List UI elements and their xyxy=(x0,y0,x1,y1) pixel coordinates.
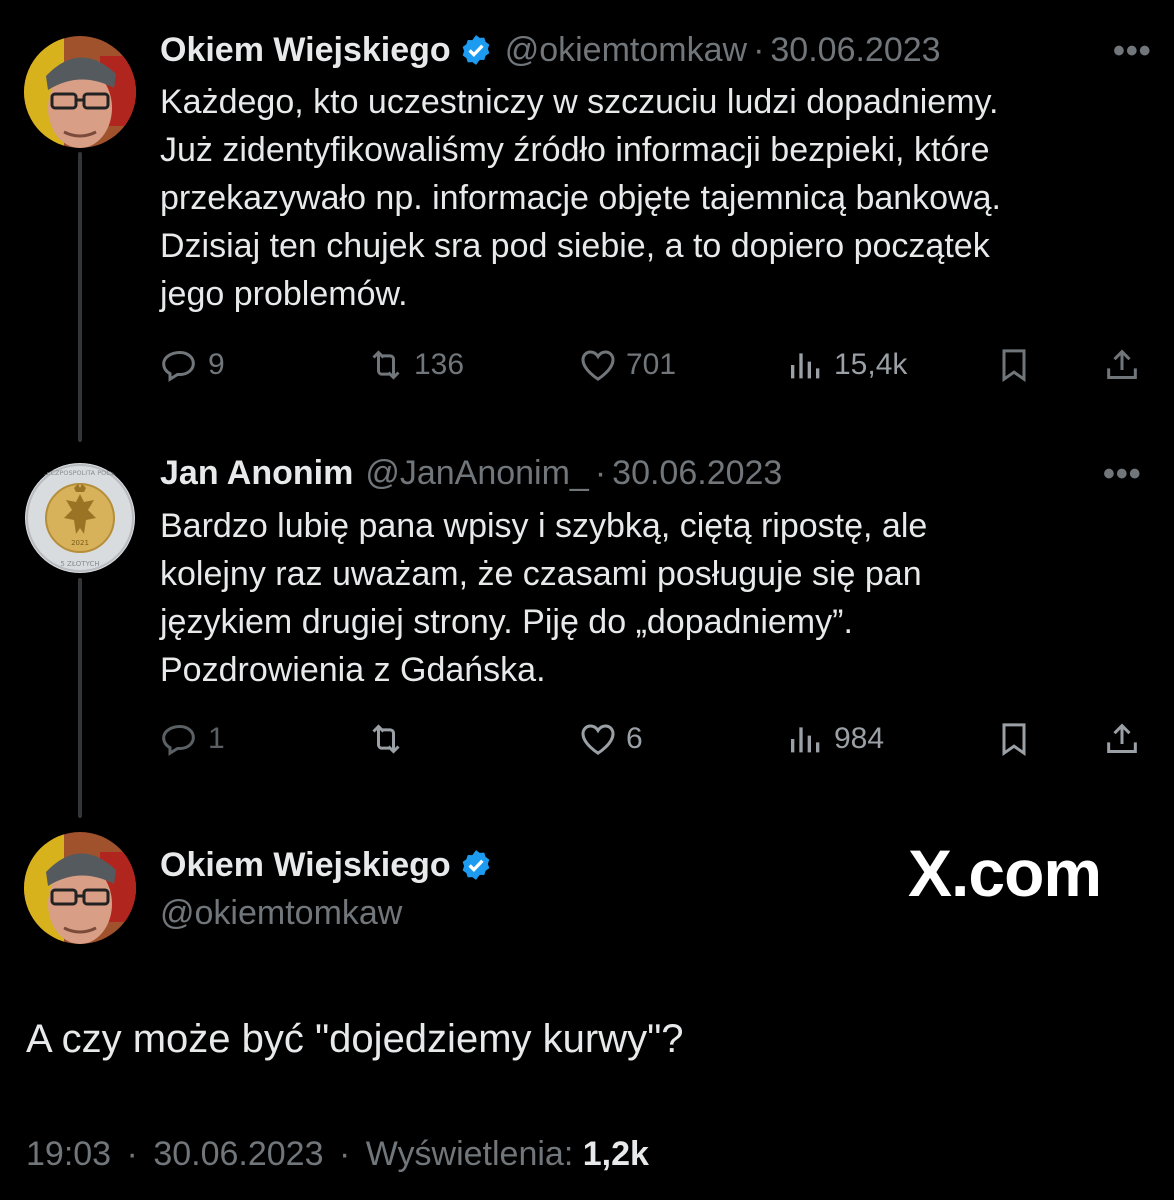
svg-text:2021: 2021 xyxy=(71,539,89,547)
tweet-text: Bardzo lubię pana wpisy i szybką, ciętą … xyxy=(160,507,928,689)
retweet-icon xyxy=(372,724,400,754)
retweet-icon xyxy=(372,350,400,380)
reply-button[interactable]: 1 xyxy=(160,714,225,764)
tweet-header-handle: @okiemtomkaw xyxy=(160,893,402,933)
author-handle[interactable]: @JanAnonim_ xyxy=(365,453,589,493)
view-count: 1,2k xyxy=(582,1135,649,1173)
avatar[interactable] xyxy=(24,832,136,944)
heart-icon xyxy=(581,350,615,381)
retweet-button[interactable] xyxy=(366,714,406,764)
separator: · xyxy=(338,1135,351,1173)
views-chart-icon xyxy=(791,727,820,753)
tweet-text: Każdego, kto uczestniczy w szczuciu ludz… xyxy=(160,83,1002,313)
reply-icon xyxy=(162,724,195,756)
user-photo-icon xyxy=(24,832,136,944)
separator: · xyxy=(126,1135,138,1173)
reply-icon xyxy=(162,350,195,382)
retweet-button[interactable]: 136 xyxy=(366,340,464,390)
author-handle[interactable]: @okiemtomkaw xyxy=(160,893,402,933)
tweet-date[interactable]: 30.06.2023 xyxy=(770,30,940,70)
author-handle[interactable]: @okiemtomkaw xyxy=(505,30,747,70)
author-name[interactable]: Okiem Wiejskiego xyxy=(160,845,451,885)
like-button[interactable]: 6 xyxy=(578,714,643,764)
views-chart-icon xyxy=(791,353,820,379)
tweet-header: Jan Anonim @JanAnonim_ · 30.06.2023 xyxy=(160,453,782,493)
tweet-time[interactable]: 19:03 xyxy=(26,1135,111,1173)
reply-count: 1 xyxy=(208,722,225,755)
view-count: 984 xyxy=(834,722,885,755)
share-button[interactable] xyxy=(1102,714,1142,764)
separator: · xyxy=(753,31,765,69)
avatar[interactable] xyxy=(24,36,136,148)
tweet-actions: 1 6 984 xyxy=(160,714,1150,764)
tweet-date[interactable]: 30.06.2023 xyxy=(612,453,782,493)
views-button[interactable]: 15,4k xyxy=(786,340,907,390)
tweet-meta: 19:03 · 30.06.2023 · Wyświetlenia: 1,2k xyxy=(26,1135,649,1174)
thread-line xyxy=(78,578,82,818)
tweet-header: Okiem Wiejskiego xyxy=(160,845,493,885)
tweet-text: A czy może być "dojedziemy kurwy"? xyxy=(26,1017,684,1061)
verified-icon xyxy=(462,35,490,65)
author-name[interactable]: Jan Anonim xyxy=(160,453,353,493)
separator: · xyxy=(594,454,607,492)
author-name[interactable]: Okiem Wiejskiego xyxy=(160,30,451,70)
share-button[interactable] xyxy=(1102,340,1142,390)
share-icon xyxy=(1107,723,1137,753)
svg-text:RZECZPOSPOLITA POLSKA: RZECZPOSPOLITA POLSKA xyxy=(37,469,123,477)
bookmark-button[interactable] xyxy=(994,340,1034,390)
bookmark-icon xyxy=(1002,723,1026,757)
more-options-icon[interactable]: ••• xyxy=(1113,32,1152,71)
like-count: 701 xyxy=(626,348,677,381)
views-label: Wyświetlenia: xyxy=(365,1135,574,1173)
retweet-count: 136 xyxy=(414,348,465,381)
reply-button[interactable]: 9 xyxy=(160,340,225,390)
bookmark-icon xyxy=(1002,349,1026,383)
tweet-header: Okiem Wiejskiego @okiemtomkaw · 30.06.20… xyxy=(160,30,941,70)
thread-line xyxy=(78,152,82,442)
brand-watermark: X.com xyxy=(908,836,1102,910)
tweet-actions: 9 136 701 15,4k xyxy=(160,340,1150,390)
avatar[interactable]: 2021 5 ZŁOTYCH RZECZPOSPOLITA POLSKA xyxy=(24,462,136,574)
verified-icon xyxy=(462,850,490,880)
bookmark-button[interactable] xyxy=(994,714,1034,764)
user-photo-icon xyxy=(24,36,136,148)
more-options-icon[interactable]: ••• xyxy=(1103,455,1142,494)
like-count: 6 xyxy=(626,722,643,755)
tweet-date[interactable]: 30.06.2023 xyxy=(153,1135,323,1173)
svg-text:5 ZŁOTYCH: 5 ZŁOTYCH xyxy=(60,560,99,568)
reply-count: 9 xyxy=(208,348,225,381)
heart-icon xyxy=(581,724,615,755)
like-button[interactable]: 701 xyxy=(578,340,676,390)
view-count: 15,4k xyxy=(834,348,908,381)
share-icon xyxy=(1107,349,1137,379)
views-button[interactable]: 984 xyxy=(786,714,884,764)
coin-icon: 2021 5 ZŁOTYCH RZECZPOSPOLITA POLSKA xyxy=(25,463,135,573)
